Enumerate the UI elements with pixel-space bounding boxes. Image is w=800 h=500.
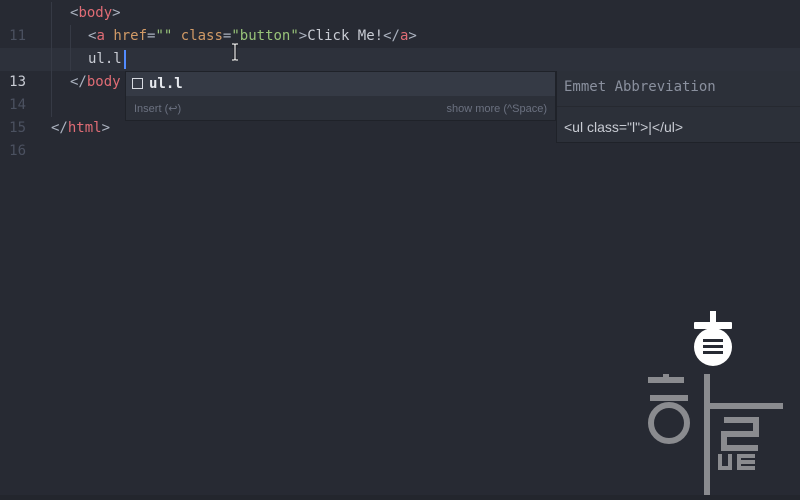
autocomplete-item-selected[interactable]: ul.l [126, 72, 555, 96]
line-number: 16 [9, 143, 26, 159]
code-token: </ [383, 28, 400, 44]
code-token: > [112, 5, 121, 21]
code-line-12[interactable]: 12 <a href="" class="button">Click Me!</… [0, 25, 800, 67]
ibeam-cursor-icon [232, 43, 238, 61]
code-token: html [67, 120, 102, 136]
code-line-11[interactable]: 11 <body> [0, 2, 800, 44]
autocomplete-footer: Insert (↩) show more (^Space) [126, 98, 555, 120]
code-token: class [180, 28, 223, 44]
snippet-square-icon [132, 78, 143, 89]
code-token: > [101, 120, 111, 136]
text-cursor [124, 50, 126, 69]
code-token: > [408, 28, 417, 44]
code-text: ul.l [88, 48, 122, 71]
code-token: > [298, 28, 308, 44]
code-text: </html> [51, 117, 110, 140]
insert-hint[interactable]: Insert (↩) [134, 98, 181, 120]
code-token: a [96, 28, 105, 44]
indent-guide [51, 94, 52, 117]
code-token: "" [155, 28, 173, 44]
code-token: body [86, 74, 121, 90]
doc-title: Emmet Abbreviation [564, 79, 716, 95]
code-text: <a href="" class="button">Click Me!</a> [88, 25, 417, 48]
indent-guide [70, 48, 71, 71]
autocomplete-popup[interactable]: ul.l Insert (↩) show more (^Space) [125, 71, 556, 121]
indent-guide [51, 71, 52, 94]
code-token: "button" [231, 28, 299, 44]
code-token: body [78, 5, 113, 21]
doc-divider [557, 106, 800, 107]
autocomplete-item-label: ul.l [149, 76, 183, 92]
code-token: </ [70, 74, 87, 90]
doc-body: <ul class="l">|</ul> [564, 119, 684, 135]
status-strip [0, 495, 800, 500]
indent-guide [70, 25, 71, 48]
code-text: </body [70, 71, 121, 94]
code-token: ul.l [88, 51, 122, 67]
documentation-panel: Emmet Abbreviation <ul class="l">|</ul> [556, 71, 800, 143]
code-token: Click Me! [307, 28, 384, 44]
indent-guide [51, 2, 52, 25]
indent-guide [51, 48, 52, 71]
code-token: href [113, 28, 148, 44]
code-text: <body> [70, 2, 121, 25]
watermark-logo-icon [648, 311, 783, 496]
indent-guide [51, 25, 52, 48]
code-line-13-current[interactable]: 13 ul.l [0, 48, 800, 90]
code-token: </ [51, 120, 68, 136]
show-more-hint[interactable]: show more (^Space) [446, 98, 547, 120]
